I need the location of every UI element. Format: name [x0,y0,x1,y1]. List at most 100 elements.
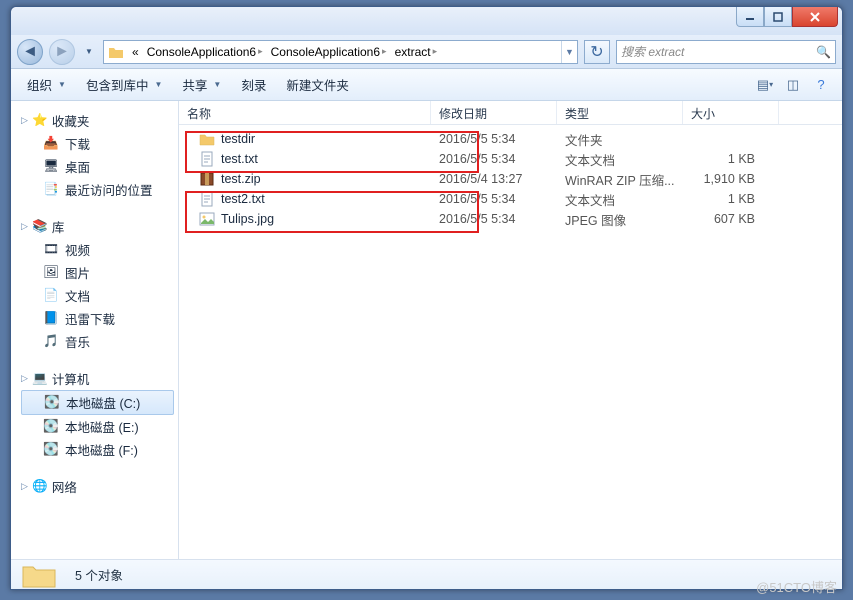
file-type: 文本文档 [557,150,683,169]
address-bar[interactable]: « ConsoleApplication6 ▸ ConsoleApplicati… [103,40,578,64]
nav-libraries: ▷📚库 🎞视频 🖼图片 📄文档 📘迅雷下载 🎵音乐 [21,215,174,353]
caret-icon: ▷ [21,481,28,492]
table-row[interactable]: test.zip2016/5/4 13:27WinRAR ZIP 压缩...1,… [179,169,842,189]
toolbar: 组织▼ 包含到库中▼ 共享▼ 刻录 新建文件夹 ▤▾ ◫ ? [11,69,842,101]
col-name[interactable]: 名称 [179,101,431,124]
file-list: testdir2016/5/5 5:34文件夹test.txt2016/5/5 … [179,125,842,233]
close-button[interactable] [792,7,838,27]
table-row[interactable]: test.txt2016/5/5 5:34文本文档1 KB [179,149,842,169]
address-row: ◄ ► ▼ « ConsoleApplication6 ▸ ConsoleApp… [11,35,842,69]
maximize-button[interactable] [764,7,792,27]
nav-item-recent[interactable]: 📑最近访问的位置 [21,178,174,201]
file-date: 2016/5/4 13:27 [431,172,557,186]
chevron-down-icon: ▼ [154,80,162,89]
file-name: test.zip [221,172,261,186]
nav-item-drive-f[interactable]: 💽本地磁盘 (F:) [21,438,174,461]
status-text: 5 个对象 [75,565,123,584]
file-type: 文本文档 [557,190,683,209]
share-button[interactable]: 共享▼ [174,71,229,98]
search-input[interactable]: 搜索 extract 🔍 [616,40,836,64]
caret-icon: ▷ [21,373,28,384]
column-headers: 名称 修改日期 类型 大小 [179,101,842,125]
preview-pane-button[interactable]: ◫ [780,74,806,96]
file-date: 2016/5/5 5:34 [431,132,557,146]
arrow-left-icon: ◄ [22,43,38,61]
breadcrumb-prefix[interactable]: « [128,41,143,63]
pane-icon: ◫ [787,77,799,93]
nav-network: ▷🌐网络 [21,475,174,498]
folder-icon [108,44,124,60]
file-name: testdir [221,132,255,146]
library-icon: 📚 [32,219,48,235]
file-name: test2.txt [221,192,265,206]
minimize-button[interactable] [736,7,764,27]
file-list-area[interactable]: 名称 修改日期 类型 大小 testdir2016/5/5 5:34文件夹tes… [179,101,842,559]
minimize-icon [745,12,755,22]
col-size[interactable]: 大小 [683,101,779,124]
view-mode-button[interactable]: ▤▾ [752,74,778,96]
close-icon [809,11,821,23]
nav-item-desktop[interactable]: 🖥桌面 [21,155,174,178]
nav-computer: ▷💻计算机 💽本地磁盘 (C:) 💽本地磁盘 (E:) 💽本地磁盘 (F:) [21,367,174,461]
table-row[interactable]: Tulips.jpg2016/5/5 5:34JPEG 图像607 KB [179,209,842,229]
history-dropdown[interactable]: ▼ [81,44,97,60]
nav-group-header[interactable]: ▷💻计算机 [21,367,174,390]
file-date: 2016/5/5 5:34 [431,152,557,166]
document-icon: 📄 [43,288,59,304]
body-split: ▷⭐收藏夹 📥下载 🖥桌面 📑最近访问的位置 ▷📚库 🎞视频 🖼图片 📄文档 📘… [11,101,842,559]
organize-button[interactable]: 组织▼ [19,71,74,98]
folder-icon [21,560,61,590]
table-row[interactable]: test2.txt2016/5/5 5:34文本文档1 KB [179,189,842,209]
explorer-window: ◄ ► ▼ « ConsoleApplication6 ▸ ConsoleApp… [10,6,843,590]
search-placeholder: 搜索 extract [621,43,684,60]
navigation-pane[interactable]: ▷⭐收藏夹 📥下载 🖥桌面 📑最近访问的位置 ▷📚库 🎞视频 🖼图片 📄文档 📘… [11,101,179,559]
nav-group-header[interactable]: ▷🌐网络 [21,475,174,498]
drive-icon: 💽 [43,419,59,435]
nav-item-videos[interactable]: 🎞视频 [21,238,174,261]
new-folder-button[interactable]: 新建文件夹 [278,71,357,98]
file-type: JPEG 图像 [557,210,683,229]
recent-icon: 📑 [43,182,59,198]
burn-button[interactable]: 刻录 [233,71,274,98]
nav-item-downloads[interactable]: 📥下载 [21,132,174,155]
breadcrumb[interactable]: ConsoleApplication6 ▸ [143,41,267,63]
forward-button[interactable]: ► [49,39,75,65]
chevron-down-icon: ▼ [85,47,93,56]
nav-item-drive-e[interactable]: 💽本地磁盘 (E:) [21,415,174,438]
star-icon: ⭐ [32,113,48,129]
refresh-button[interactable]: ↻ [584,40,610,64]
titlebar[interactable] [11,7,842,35]
chevron-right-icon: ▸ [433,46,438,57]
include-library-button[interactable]: 包含到库中▼ [78,71,170,98]
video-icon: 🎞 [43,242,59,258]
caret-icon: ▷ [21,115,28,126]
nav-item-drive-c[interactable]: 💽本地磁盘 (C:) [21,390,174,415]
nav-item-music[interactable]: 🎵音乐 [21,330,174,353]
breadcrumb[interactable]: ConsoleApplication6 ▸ [267,41,391,63]
drive-icon: 💽 [44,395,60,411]
status-bar: 5 个对象 [11,559,842,589]
nav-item-pictures[interactable]: 🖼图片 [21,261,174,284]
chevron-right-icon: ▸ [258,46,263,57]
help-button[interactable]: ? [808,74,834,96]
table-row[interactable]: testdir2016/5/5 5:34文件夹 [179,129,842,149]
back-button[interactable]: ◄ [17,39,43,65]
file-name: Tulips.jpg [221,212,274,226]
nav-item-xunlei[interactable]: 📘迅雷下载 [21,307,174,330]
address-dropdown[interactable]: ▼ [561,41,577,63]
watermark: @51CTO博客 [756,577,837,596]
txt-icon [199,191,215,207]
breadcrumb[interactable]: extract ▸ [391,41,442,63]
desktop-icon: 🖥 [43,159,59,175]
folder-icon [199,131,215,147]
picture-icon: 🖼 [43,265,59,281]
view-icon: ▤ [757,77,769,93]
music-icon: 🎵 [43,334,59,350]
caret-icon: ▷ [21,221,28,232]
col-date[interactable]: 修改日期 [431,101,557,124]
col-type[interactable]: 类型 [557,101,683,124]
drive-icon: 💽 [43,442,59,458]
nav-item-documents[interactable]: 📄文档 [21,284,174,307]
nav-group-header[interactable]: ▷📚库 [21,215,174,238]
nav-group-header[interactable]: ▷⭐收藏夹 [21,109,174,132]
